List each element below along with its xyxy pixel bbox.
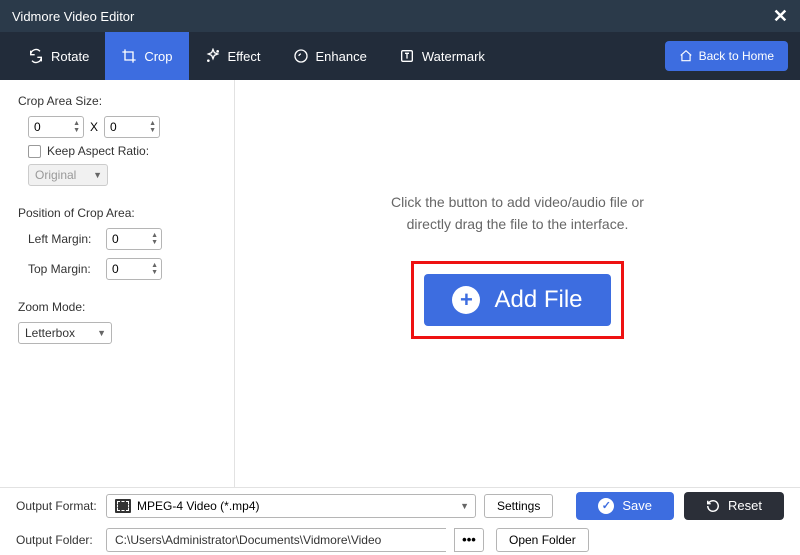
check-icon: ✓ xyxy=(598,498,614,514)
spinner-arrows-icon[interactable]: ▲▼ xyxy=(73,120,80,134)
tab-enhance[interactable]: Enhance xyxy=(277,32,383,80)
aspect-preset-select: Original ▼ xyxy=(28,164,108,186)
tab-label: Watermark xyxy=(422,49,485,64)
output-folder-label: Output Folder: xyxy=(16,533,98,547)
left-margin-value: 0 xyxy=(112,232,119,246)
top-margin-label: Top Margin: xyxy=(28,262,100,276)
tab-label: Rotate xyxy=(51,49,89,64)
top-margin-input[interactable]: 0 ▲▼ xyxy=(106,258,162,280)
crop-width-input[interactable]: 0 ▲▼ xyxy=(28,116,84,138)
zoom-mode-label: Zoom Mode: xyxy=(18,300,216,314)
keep-aspect-label: Keep Aspect Ratio: xyxy=(47,144,149,158)
reset-button[interactable]: Reset xyxy=(684,492,784,520)
crop-icon xyxy=(121,48,137,64)
rotate-icon xyxy=(28,48,44,64)
tab-label: Effect xyxy=(228,49,261,64)
output-folder-input[interactable]: C:\Users\Administrator\Documents\Vidmore… xyxy=(106,528,446,552)
output-format-label: Output Format: xyxy=(16,499,98,513)
close-icon[interactable]: ✕ xyxy=(773,6,788,27)
crop-width-value: 0 xyxy=(34,120,41,134)
left-margin-input[interactable]: 0 ▲▼ xyxy=(106,228,162,250)
tab-effect[interactable]: Effect xyxy=(189,32,277,80)
tab-label: Enhance xyxy=(316,49,367,64)
chevron-down-icon: ▼ xyxy=(97,328,106,338)
spinner-arrows-icon[interactable]: ▲▼ xyxy=(151,232,158,246)
undo-icon xyxy=(706,499,720,513)
aspect-preset-value: Original xyxy=(35,168,76,182)
spinner-arrows-icon[interactable]: ▲▼ xyxy=(151,262,158,276)
content-area[interactable]: Click the button to add video/audio file… xyxy=(235,80,800,487)
chevron-down-icon: ▼ xyxy=(460,501,469,511)
toolbar: Rotate Crop Effect Enhance Watermark Bac… xyxy=(0,32,800,80)
position-section: Position of Crop Area: Left Margin: 0 ▲▼… xyxy=(18,206,216,280)
crop-height-input[interactable]: 0 ▲▼ xyxy=(104,116,160,138)
hint-line-2: directly drag the file to the interface. xyxy=(391,214,644,236)
top-margin-value: 0 xyxy=(112,262,119,276)
plus-icon: + xyxy=(452,286,480,314)
format-icon xyxy=(115,499,131,513)
crop-size-section: Crop Area Size: 0 ▲▼ X 0 ▲▼ Keep Aspect … xyxy=(18,94,216,186)
save-label: Save xyxy=(622,498,652,513)
spinner-arrows-icon[interactable]: ▲▼ xyxy=(149,120,156,134)
effect-icon xyxy=(205,48,221,64)
output-folder-value: C:\Users\Administrator\Documents\Vidmore… xyxy=(115,533,381,547)
output-format-value: MPEG-4 Video (*.mp4) xyxy=(137,499,260,513)
back-home-label: Back to Home xyxy=(699,49,774,63)
x-separator: X xyxy=(90,120,98,134)
keep-aspect-checkbox[interactable] xyxy=(28,145,41,158)
main: Crop Area Size: 0 ▲▼ X 0 ▲▼ Keep Aspect … xyxy=(0,80,800,487)
crop-height-value: 0 xyxy=(110,120,117,134)
chevron-down-icon: ▼ xyxy=(93,170,102,180)
zoom-section: Zoom Mode: Letterbox ▼ xyxy=(18,300,216,344)
zoom-mode-value: Letterbox xyxy=(25,326,75,340)
hint-line-1: Click the button to add video/audio file… xyxy=(391,192,644,214)
footer: Output Format: MPEG-4 Video (*.mp4) ▼ Se… xyxy=(0,487,800,555)
tab-watermark[interactable]: Watermark xyxy=(383,32,501,80)
app-title: Vidmore Video Editor xyxy=(12,9,773,24)
browse-button[interactable]: ••• xyxy=(454,528,484,552)
tab-rotate[interactable]: Rotate xyxy=(12,32,105,80)
add-file-label: Add File xyxy=(494,286,582,314)
settings-button[interactable]: Settings xyxy=(484,494,553,518)
tab-label: Crop xyxy=(144,49,172,64)
left-margin-label: Left Margin: xyxy=(28,232,100,246)
reset-label: Reset xyxy=(728,498,762,513)
position-label: Position of Crop Area: xyxy=(18,206,216,220)
save-button[interactable]: ✓ Save xyxy=(576,492,674,520)
home-icon xyxy=(679,49,693,63)
titlebar: Vidmore Video Editor ✕ xyxy=(0,0,800,32)
add-file-button[interactable]: + Add File xyxy=(424,274,610,326)
back-home-button[interactable]: Back to Home xyxy=(665,41,788,71)
enhance-icon xyxy=(293,48,309,64)
output-format-select[interactable]: MPEG-4 Video (*.mp4) ▼ xyxy=(106,494,476,518)
watermark-icon xyxy=(399,48,415,64)
add-file-highlight: + Add File xyxy=(411,261,623,339)
tab-crop[interactable]: Crop xyxy=(105,32,188,80)
zoom-mode-select[interactable]: Letterbox ▼ xyxy=(18,322,112,344)
crop-area-size-label: Crop Area Size: xyxy=(18,94,216,108)
drop-hint: Click the button to add video/audio file… xyxy=(391,192,644,235)
sidebar: Crop Area Size: 0 ▲▼ X 0 ▲▼ Keep Aspect … xyxy=(0,80,235,487)
open-folder-button[interactable]: Open Folder xyxy=(496,528,589,552)
